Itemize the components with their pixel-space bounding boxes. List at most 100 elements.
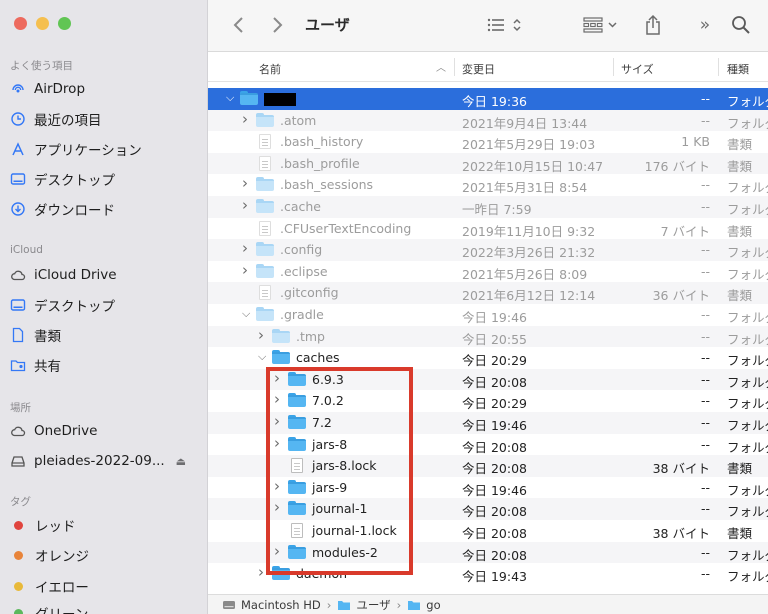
sidebar-item-desktop[interactable]: デスクトップ: [10, 167, 115, 191]
sidebar-item-shared[interactable]: 共有: [10, 353, 61, 377]
file-kind: 書類: [727, 461, 753, 477]
folder-row[interactable]: › daemon 今日 19:43 -- フォルダ: [208, 563, 768, 585]
disclosure-closed-icon[interactable]: ›: [258, 326, 264, 344]
file-kind: フォルダ: [727, 353, 768, 369]
sidebar-item-onedrive[interactable]: OneDrive: [10, 419, 97, 443]
file-name: .atom: [280, 112, 317, 128]
sidebar-item-applications[interactable]: アプリケーション: [10, 137, 142, 161]
column-date[interactable]: 変更日: [462, 61, 495, 77]
file-row[interactable]: journal-1.lock 今日 20:08 38 バイト 書類: [208, 520, 768, 542]
file-size: 36 バイト: [652, 288, 710, 304]
sidebar-item-label: ダウンロード: [34, 203, 115, 219]
file-kind: フォルダ: [727, 418, 768, 433]
folder-row[interactable]: › modules-2 今日 20:08 -- フォルダ: [208, 541, 768, 564]
more-toolbar-items-button[interactable]: »: [694, 12, 716, 38]
disclosure-open-icon[interactable]: ⌵: [242, 307, 250, 321]
folder-row[interactable]: › .config 2022年3月26日 21:32 -- フォルダ: [208, 239, 768, 261]
disclosure-closed-icon[interactable]: ›: [274, 542, 280, 560]
disclosure-open-icon[interactable]: ⌵: [258, 350, 266, 364]
folder-row[interactable]: › jars-8 今日 20:08 -- フォルダ: [208, 434, 768, 456]
folder-row[interactable]: › .atom 2021年9月4日 13:44 -- フォルダ: [208, 109, 768, 132]
file-name: 7.2: [312, 415, 332, 430]
file-kind: フォルダ: [727, 245, 768, 261]
sidebar-item-pleiades-disk[interactable]: pleiades-2022-09... ⏏: [10, 449, 200, 473]
folder-row[interactable]: › .bash_sessions 2021年5月31日 8:54 -- フォルダ: [208, 174, 768, 196]
sidebar-item-airdrop[interactable]: AirDrop: [10, 77, 85, 101]
disclosure-closed-icon[interactable]: ›: [242, 196, 248, 214]
column-divider[interactable]: [454, 58, 455, 76]
column-size[interactable]: サイズ: [621, 61, 654, 77]
eject-icon[interactable]: ⏏: [176, 455, 186, 468]
file-row[interactable]: jars-8.lock 今日 20:08 38 バイト 書類: [208, 455, 768, 477]
folder-row[interactable]: › .eclipse 2021年5月26日 8:09 -- フォルダ: [208, 261, 768, 283]
disclosure-closed-icon[interactable]: ›: [242, 261, 248, 279]
sidebar-item-documents[interactable]: 書類: [10, 323, 61, 347]
file-date: 2021年5月26日 8:09: [462, 266, 588, 282]
sidebar-item-icloud-drive[interactable]: iCloud Drive: [10, 263, 117, 287]
disclosure-closed-icon[interactable]: ›: [274, 412, 280, 430]
disclosure-closed-icon[interactable]: ›: [258, 563, 264, 581]
file-name: .tmp: [296, 328, 325, 344]
minimize-window-button[interactable]: [36, 17, 49, 30]
folder-row[interactable]: ⌵ 今日 19:36 -- フォルダ: [208, 88, 768, 110]
disclosure-closed-icon[interactable]: ›: [274, 498, 280, 516]
document-icon: [259, 220, 271, 236]
file-row[interactable]: .CFUserTextEncoding 2019年11月10日 9:32 7 バイト…: [208, 218, 768, 240]
disclosure-open-icon[interactable]: ⌵: [226, 91, 234, 105]
folder-row[interactable]: › 7.0.2 今日 20:29 -- フォルダ: [208, 390, 768, 412]
folder-icon: [288, 479, 306, 494]
file-date: 2022年10月15日 10:47: [462, 158, 604, 174]
path-item-users[interactable]: ユーザ: [337, 597, 391, 613]
disclosure-closed-icon[interactable]: ›: [242, 110, 248, 128]
sidebar-item-icloud-desktop[interactable]: デスクトップ: [10, 293, 115, 317]
path-item-home[interactable]: go: [407, 598, 441, 612]
folder-row[interactable]: ⌵ .gradle 今日 19:46 -- フォルダ: [208, 304, 768, 326]
sidebar-item-tag-yellow[interactable]: イエロー: [10, 574, 89, 598]
file-size: 1 KB: [681, 134, 710, 150]
sidebar-item-downloads[interactable]: ダウンロード: [10, 197, 115, 221]
folder-row[interactable]: › .cache 一昨日 7:59 -- フォルダ: [208, 196, 768, 218]
document-icon: [259, 285, 271, 301]
sidebar-item-tag-red[interactable]: レッド: [10, 513, 76, 537]
file-size: --: [700, 177, 710, 193]
folder-row[interactable]: › jars-9 今日 19:46 -- フォルダ: [208, 477, 768, 499]
folder-row[interactable]: ⌵ caches 今日 20:29 -- フォルダ: [208, 347, 768, 369]
forward-button[interactable]: [266, 12, 288, 38]
file-name: journal-1: [312, 501, 368, 517]
zoom-window-button[interactable]: [58, 17, 71, 30]
disclosure-closed-icon[interactable]: ›: [274, 434, 280, 452]
disclosure-closed-icon[interactable]: ›: [242, 174, 248, 192]
file-list: ⌵ 今日 19:36 -- フォルダ › .atom 2021年9月4日 13:44 -- フォ…: [208, 88, 768, 588]
disclosure-closed-icon[interactable]: ›: [274, 369, 280, 387]
back-button[interactable]: [228, 12, 250, 38]
file-size: --: [700, 91, 710, 106]
sidebar-item-tag-green[interactable]: グリーン: [10, 601, 88, 614]
file-name: .bash_profile: [280, 155, 360, 171]
folder-row[interactable]: › journal-1 今日 20:08 -- フォルダ: [208, 498, 768, 520]
file-kind: 書類: [727, 223, 753, 239]
sort-ascending-icon[interactable]: ︿: [436, 59, 446, 74]
disclosure-closed-icon[interactable]: ›: [274, 390, 280, 408]
sidebar-item-recents[interactable]: 最近の項目: [10, 107, 102, 131]
group-by-button[interactable]: [580, 12, 624, 38]
search-button[interactable]: [728, 12, 754, 38]
file-row[interactable]: .bash_history 2021年5月29日 19:03 1 KB 書類: [208, 131, 768, 153]
file-row[interactable]: .gitconfig 2021年6月12日 12:14 36 バイト 書類: [208, 282, 768, 304]
folder-row[interactable]: › 6.9.3 今日 20:08 -- フォルダ: [208, 368, 768, 391]
share-button[interactable]: [640, 12, 666, 38]
close-window-button[interactable]: [14, 17, 27, 30]
file-name: .gitconfig: [280, 285, 339, 301]
folder-row[interactable]: › .tmp 今日 20:55 -- フォルダ: [208, 325, 768, 348]
column-name[interactable]: 名前: [259, 61, 281, 77]
column-divider[interactable]: [718, 58, 719, 76]
sidebar-item-tag-orange[interactable]: オレンジ: [10, 543, 89, 567]
column-kind[interactable]: 種類: [727, 61, 749, 77]
folder-row[interactable]: › 7.2 今日 19:46 -- フォルダ: [208, 412, 768, 434]
view-list-button[interactable]: [484, 12, 528, 38]
file-row[interactable]: .bash_profile 2022年10月15日 10:47 176 バイト 書類: [208, 152, 768, 175]
column-divider[interactable]: [613, 58, 614, 76]
path-item-macintosh-hd[interactable]: Macintosh HD: [222, 598, 321, 612]
sidebar-item-label: iCloud Drive: [34, 267, 117, 283]
disclosure-closed-icon[interactable]: ›: [274, 477, 280, 495]
disclosure-closed-icon[interactable]: ›: [242, 239, 248, 257]
